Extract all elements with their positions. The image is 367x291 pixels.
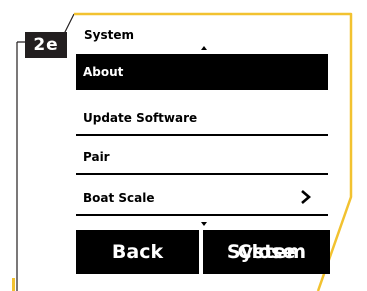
system-close-softkey[interactable]: System Close <box>203 230 330 274</box>
menu-item-about[interactable]: About <box>76 54 328 90</box>
device-screen: System About Update Software Pair Boat S… <box>76 18 330 274</box>
menu-item-pair[interactable]: Pair <box>76 139 328 175</box>
scroll-down-arrow-icon <box>201 222 207 226</box>
menu-item-update-software[interactable]: Update Software <box>76 100 328 136</box>
softkey-label-close: Close <box>237 241 296 263</box>
back-softkey[interactable]: Back <box>76 230 199 274</box>
menu-item-boat-scale[interactable]: Boat Scale <box>76 180 328 216</box>
screen-title: System <box>84 28 134 42</box>
step-badge: 2e <box>25 32 67 58</box>
chevron-right-icon <box>301 190 311 204</box>
menu-item-label: Pair <box>83 150 110 164</box>
scroll-up-arrow-icon <box>201 46 207 50</box>
menu-item-label: About <box>83 65 124 79</box>
menu-item-label: Boat Scale <box>83 191 155 205</box>
menu-item-label: Update Software <box>83 111 198 125</box>
